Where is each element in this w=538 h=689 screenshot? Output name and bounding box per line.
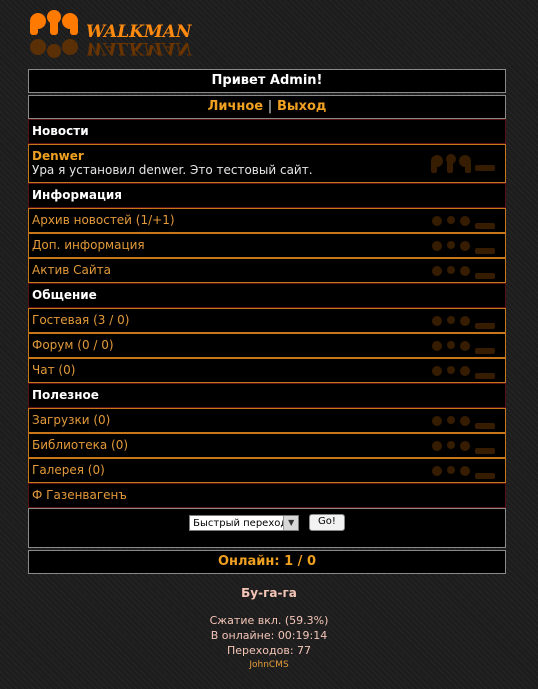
section-news: Новости: [28, 119, 506, 144]
user-nav: Личное | Выход: [28, 95, 506, 119]
quick-nav-select-value: Быстрый переход: [193, 517, 288, 529]
walkman-w-icon: [432, 241, 495, 254]
link-library[interactable]: Библиотека (0): [28, 433, 506, 458]
greeting-header: Привет Admin!: [28, 69, 506, 93]
link-gazenwagen[interactable]: Ф Газенвагенъ: [28, 483, 506, 508]
link-downloads[interactable]: Загрузки (0): [28, 408, 506, 433]
walkman-w-icon: [432, 416, 495, 429]
section-useful: Полезное: [28, 383, 506, 408]
walkman-w-icon: [432, 366, 495, 379]
link-extra-info[interactable]: Доп. информация: [28, 233, 506, 258]
walkman-w-icon: [432, 266, 495, 279]
svg-text:WALKMAN: WALKMAN: [86, 38, 193, 58]
news-item[interactable]: Denwer Ура я установил denwer. Это тесто…: [28, 144, 506, 183]
link-forum[interactable]: Форум (0 / 0): [28, 333, 506, 358]
link-site-active[interactable]: Актив Сайта: [28, 258, 506, 283]
quick-nav-select[interactable]: Быстрый переход ▼: [189, 514, 300, 531]
nav-separator: |: [267, 99, 273, 114]
personal-link[interactable]: Личное: [208, 99, 264, 114]
online-time: В онлайне: 00:19:14: [210, 629, 328, 642]
walkman-w-icon: [431, 154, 495, 173]
main-container: Привет Admin! Личное | Выход Новости Den…: [28, 69, 506, 574]
walkman-logo: WALKMAN WALKMAN: [30, 10, 193, 58]
compression-info: Сжатие вкл. (59.3%): [209, 614, 329, 627]
walkman-w-icon: [432, 341, 495, 354]
section-info: Информация: [28, 183, 506, 208]
link-guestbook[interactable]: Гостевая (3 / 0): [28, 308, 506, 333]
section-communication: Общение: [28, 283, 506, 308]
link-news-archive[interactable]: Архив новостей (1/+1): [28, 208, 506, 233]
footer-title: Бу-га-га: [241, 586, 297, 600]
footer-stats: Сжатие вкл. (59.3%) В онлайне: 00:19:14 …: [0, 613, 538, 658]
walkman-w-icon: [432, 441, 495, 454]
online-counter[interactable]: Онлайн: 1 / 0: [28, 550, 506, 574]
walkman-w-icon: [432, 466, 495, 479]
chevron-down-icon: ▼: [283, 515, 299, 530]
logout-link[interactable]: Выход: [277, 99, 326, 114]
transitions-count: Переходов: 77: [226, 644, 312, 657]
link-chat[interactable]: Чат (0): [28, 358, 506, 383]
go-button[interactable]: Go!: [308, 514, 345, 531]
walkman-w-icon: [432, 216, 495, 229]
walkman-w-icon: [432, 316, 495, 329]
engine-link[interactable]: JohnCMS: [0, 660, 538, 670]
link-gallery[interactable]: Галерея (0): [28, 458, 506, 483]
quick-nav: Быстрый переход ▼ Go!: [28, 508, 506, 548]
